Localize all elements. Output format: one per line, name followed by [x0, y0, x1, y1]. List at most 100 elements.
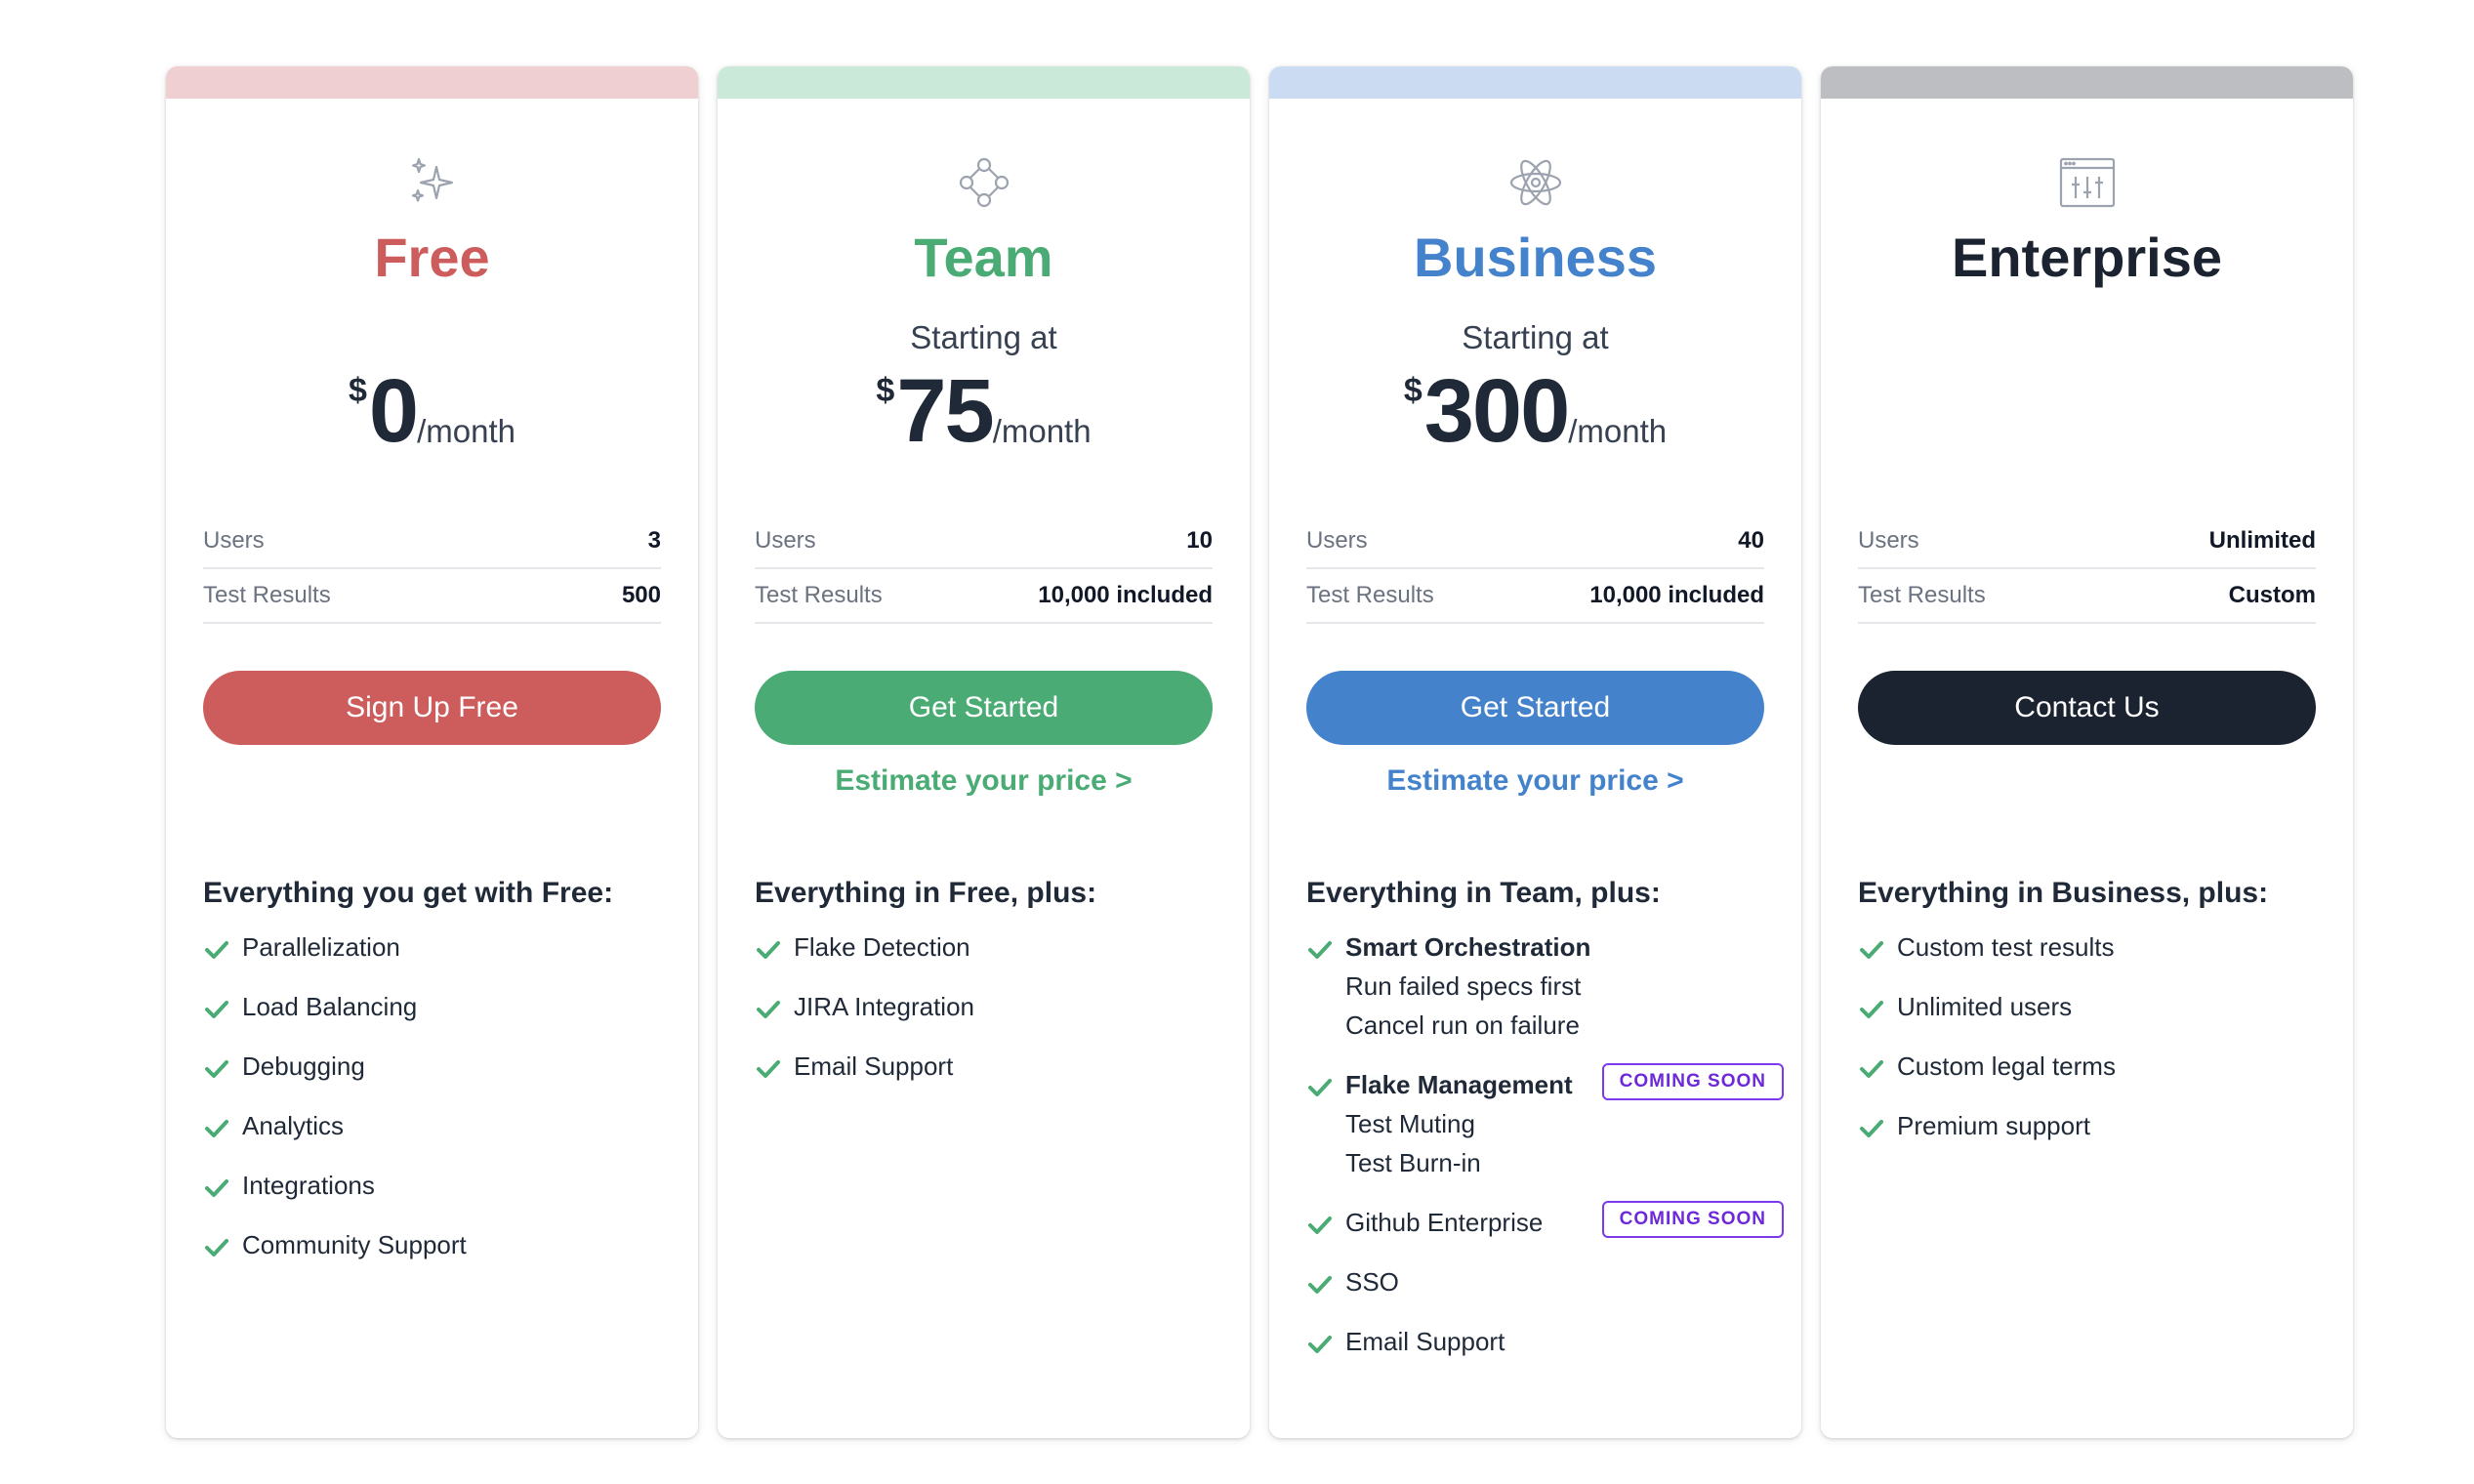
feature-text: Parallelization [242, 932, 400, 962]
plan-card-team: Team Starting at $ 75 /month Users 10 Te… [718, 66, 1250, 1438]
feature-item: Community Support [203, 1230, 679, 1264]
check-icon [1860, 1060, 1883, 1078]
stat-value: 10,000 included [1589, 582, 1764, 608]
feature-sub-item: Cancel run on failure [1345, 1010, 1580, 1040]
feature-text: Analytics [242, 1111, 345, 1140]
plan-card-enterprise: Enterprise Users Unlimited Test Results … [1821, 66, 2353, 1438]
plan-color-bar [1269, 66, 1801, 99]
coming-soon-badge: COMING SOON [1601, 1063, 1784, 1100]
feature-text: Custom test results [1897, 932, 2115, 962]
plan-price [1821, 364, 2353, 458]
check-icon [1860, 1120, 1883, 1137]
feature-text: Email Support [794, 1051, 954, 1081]
stat-row-test-results: Test Results 10,000 included [1306, 569, 1764, 624]
coming-soon-badge: COMING SOON [1601, 1201, 1784, 1238]
feature-text: Load Balancing [242, 992, 418, 1021]
plan-name: Team [914, 227, 1053, 288]
feature-sub-item: Run failed specs first [1345, 971, 1582, 1001]
stat-row-users: Users 40 [1306, 515, 1764, 569]
check-icon [205, 1060, 228, 1078]
stat-label: Users [1306, 527, 1368, 554]
estimate-price-link[interactable]: Estimate your price > [718, 761, 1250, 802]
feature-text: JIRA Integration [794, 992, 974, 1021]
plan-color-bar [1821, 66, 2353, 99]
feature-text: Premium support [1897, 1111, 2090, 1140]
plan-card-business: Business Starting at $ 300 /month Users … [1269, 66, 1801, 1438]
feature-list: Everything in Team, plus: Smart Orchestr… [1306, 877, 1784, 1387]
feature-item: Premium support [1858, 1111, 2333, 1145]
pricing-plans: Free $ 0 /month Users 3 Test Results 500… [166, 66, 2353, 1438]
plan-price: $ 75 /month [718, 364, 1250, 458]
plan-name: Free [374, 227, 490, 288]
feature-item: Unlimited users [1858, 992, 2333, 1026]
stat-label: Users [1858, 527, 1919, 554]
feature-item: Flake Detection [755, 932, 1230, 967]
stat-row-users: Users 3 [203, 515, 661, 569]
estimate-price-link[interactable]: Estimate your price > [1269, 761, 1801, 802]
price-period: /month [992, 413, 1092, 449]
feature-text: Community Support [242, 1230, 467, 1259]
feature-item: Custom legal terms [1858, 1051, 2333, 1086]
atom-icon [1506, 153, 1565, 212]
feature-item: Load Balancing [203, 992, 679, 1026]
feature-item: Parallelization [203, 932, 679, 967]
stat-value: Custom [2228, 582, 2316, 608]
check-icon [1308, 1276, 1332, 1294]
price-period: /month [417, 413, 515, 449]
stat-row-test-results: Test Results Custom [1858, 569, 2316, 624]
feature-item: Debugging [203, 1051, 679, 1086]
check-icon [757, 1001, 780, 1018]
stat-value: 40 [1738, 527, 1764, 554]
feature-text: SSO [1345, 1267, 1399, 1297]
check-icon [757, 1060, 780, 1078]
check-icon [205, 1179, 228, 1197]
stat-value: 3 [647, 527, 661, 554]
stat-value: 10,000 included [1038, 582, 1213, 608]
feature-text: Integrations [242, 1171, 375, 1200]
stat-row-test-results: Test Results 500 [203, 569, 661, 624]
feature-item: Email Support [755, 1051, 1230, 1086]
check-icon [1308, 941, 1332, 959]
feature-list: Everything you get with Free: Paralleliz… [203, 877, 679, 1291]
feature-sub-item: Test Burn-in [1345, 1148, 1481, 1177]
feature-text: Flake Management Test Muting Test Burn-i… [1345, 1065, 1573, 1182]
stat-label: Users [203, 527, 265, 554]
get-started-button[interactable]: Get Started [1306, 671, 1764, 745]
feature-text: Github Enterprise [1345, 1208, 1544, 1237]
price-amount: 75 [896, 361, 994, 461]
check-icon [1308, 1336, 1332, 1353]
price-currency: $ [349, 372, 367, 409]
check-icon [205, 1001, 228, 1018]
check-icon [1308, 1079, 1332, 1096]
check-icon [205, 1239, 228, 1257]
stat-value: 500 [621, 582, 661, 608]
feature-item: Integrations [203, 1171, 679, 1205]
feature-text: Unlimited users [1897, 992, 2073, 1021]
feature-item: SSO [1306, 1267, 1782, 1301]
feature-item: Github Enterprise COMING SOON [1306, 1201, 1784, 1242]
network-nodes-icon [955, 153, 1013, 212]
price-period: /month [1568, 413, 1668, 449]
sign-up-free-button[interactable]: Sign Up Free [203, 671, 661, 745]
stat-row-users: Users 10 [755, 515, 1213, 569]
plan-name: Enterprise [1952, 227, 2222, 288]
price-currency: $ [876, 372, 895, 409]
plan-stats: Users 3 Test Results 500 [203, 515, 661, 624]
stat-row-users: Users Unlimited [1858, 515, 2316, 569]
feature-list-title: Everything in Free, plus: [755, 877, 1097, 909]
starting-at-label [1821, 315, 2353, 360]
plan-price: $ 0 /month [166, 364, 698, 458]
check-icon [205, 941, 228, 959]
starting-at-label: Starting at [1462, 319, 1609, 355]
feature-list: Everything in Business, plus: Custom tes… [1858, 877, 2333, 1172]
starting-at-label: Starting at [910, 319, 1057, 355]
plan-name: Business [1414, 227, 1657, 288]
price-amount: 300 [1423, 361, 1570, 461]
price-amount: 0 [368, 361, 419, 461]
stat-value: 10 [1186, 527, 1213, 554]
get-started-button[interactable]: Get Started [755, 671, 1213, 745]
contact-us-button[interactable]: Contact Us [1858, 671, 2316, 745]
check-icon [1860, 941, 1883, 959]
check-icon [1308, 1216, 1332, 1234]
stat-row-test-results: Test Results 10,000 included [755, 569, 1213, 624]
